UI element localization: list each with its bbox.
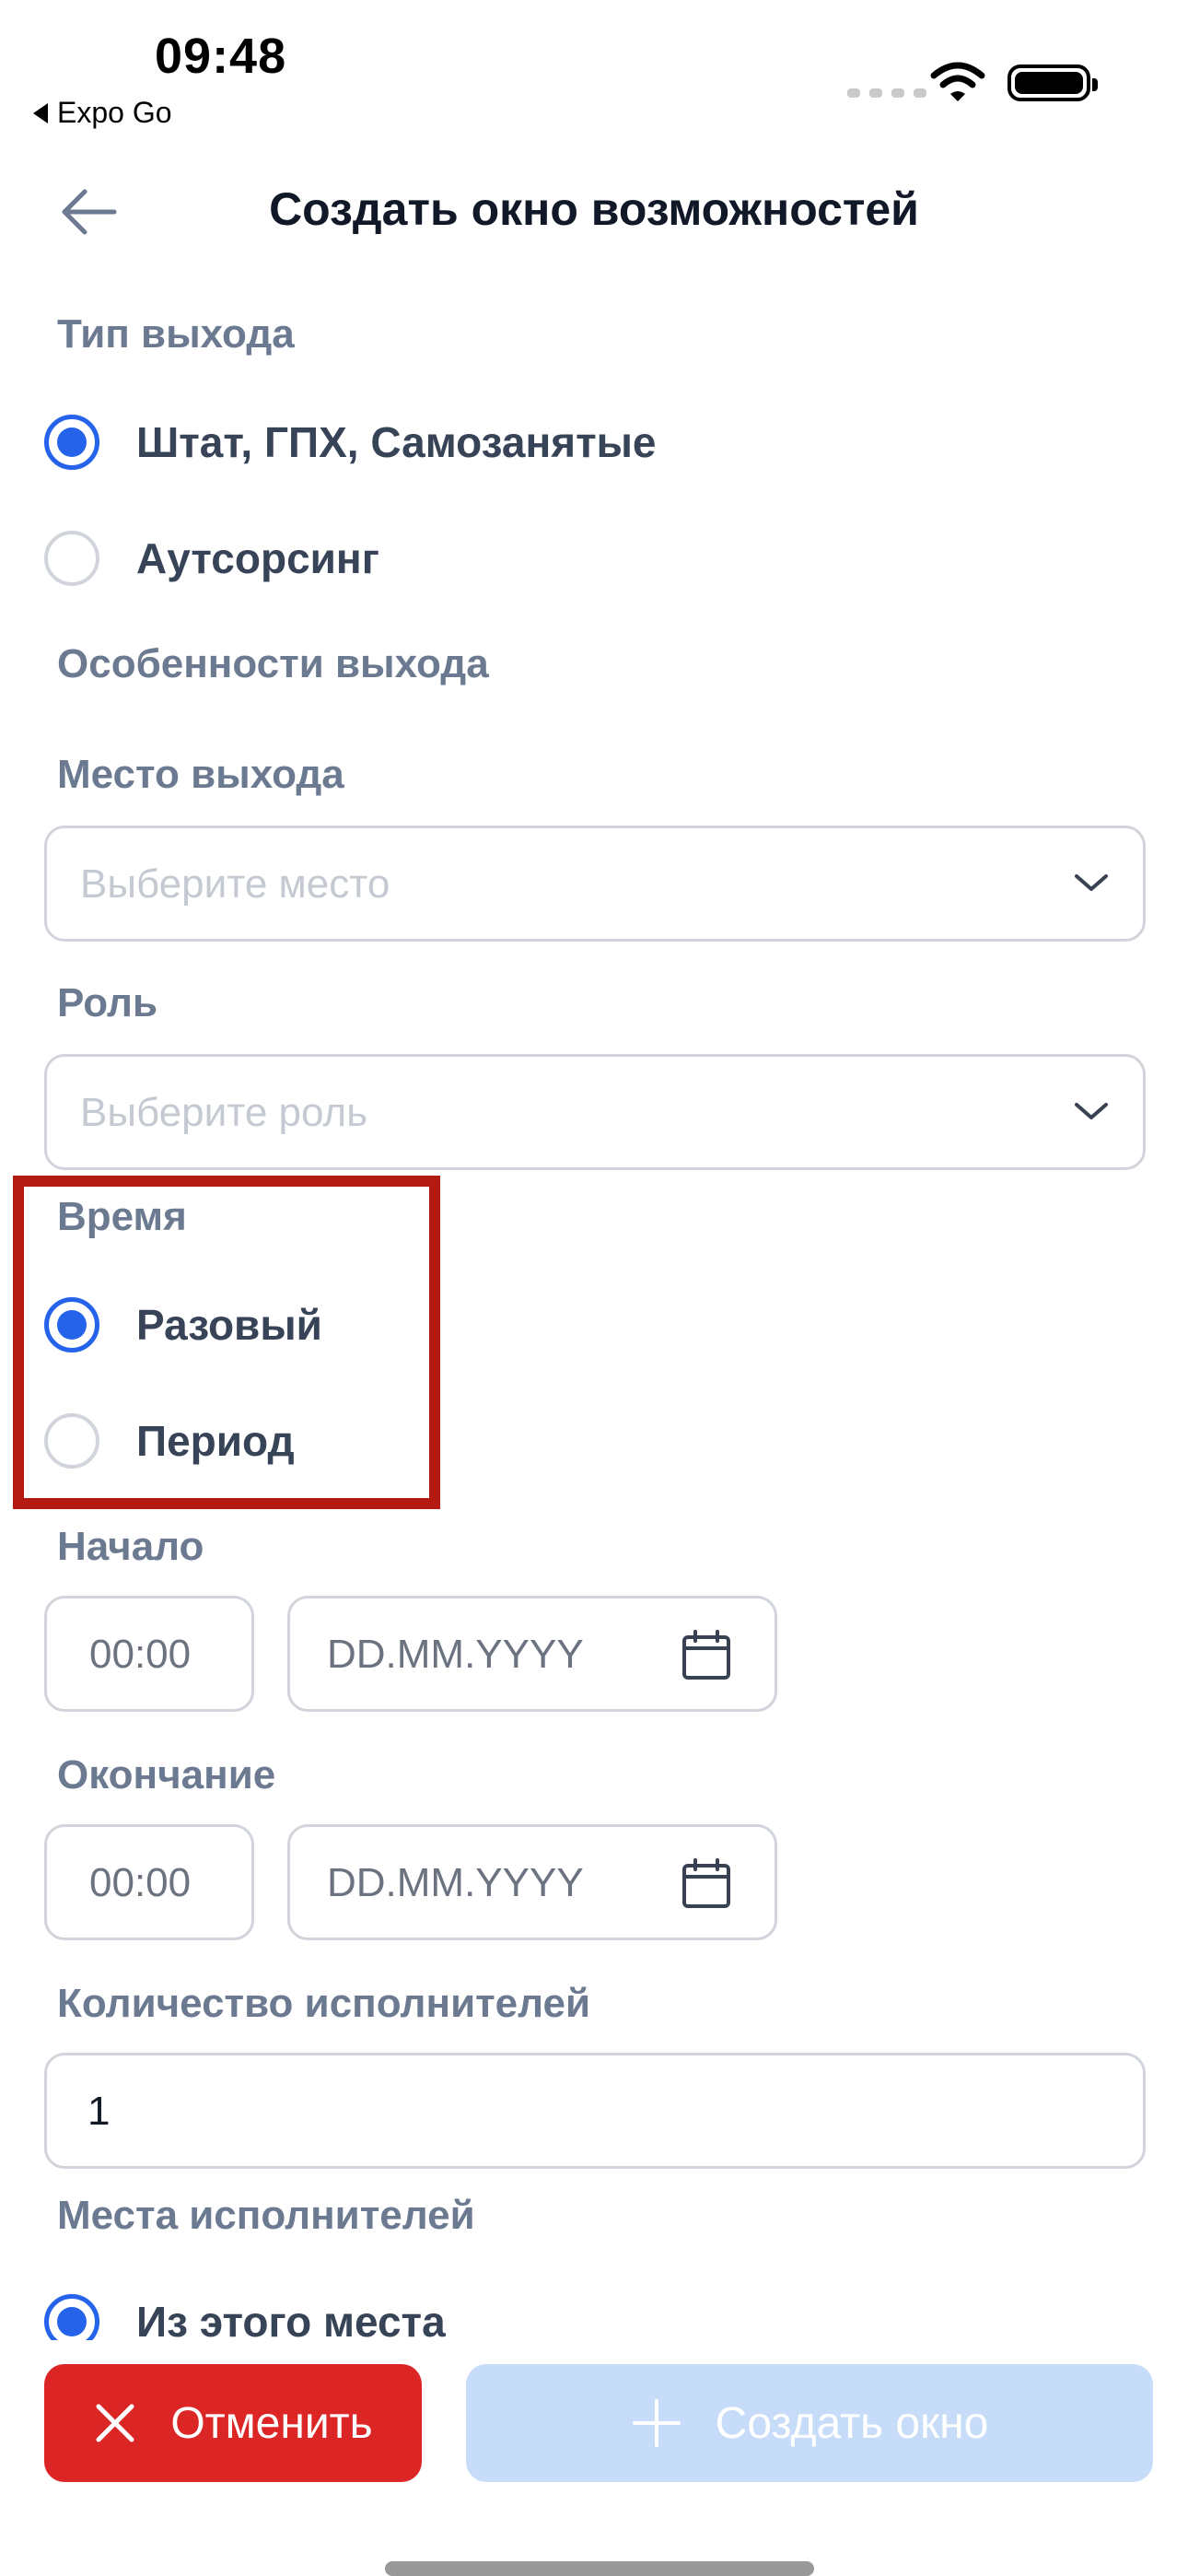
create-label: Создать окно	[715, 2398, 989, 2448]
performers-count-label: Количество исполнителей	[57, 1981, 591, 2026]
calendar-icon[interactable]	[681, 1858, 732, 1910]
chevron-down-icon	[1075, 1103, 1108, 1119]
cellular-signal-icon	[847, 88, 926, 98]
radio-checked-icon[interactable]	[44, 415, 99, 470]
performers-count-value: 1	[87, 2089, 111, 2134]
time-option-period[interactable]: Период	[44, 1413, 295, 1469]
create-window-button[interactable]: Создать окно	[466, 2364, 1153, 2482]
end-time-placeholder: 00:00	[89, 1860, 192, 1905]
start-date-input[interactable]: DD.MM.YYYY	[287, 1596, 777, 1712]
exit-type-option-outsourcing[interactable]: Аутсорсинг	[44, 531, 379, 586]
chevron-down-icon	[1075, 874, 1108, 891]
performer-places-label: Места исполнителей	[57, 2193, 475, 2238]
time-option-single[interactable]: Разовый	[44, 1297, 322, 1352]
status-time: 09:48	[155, 29, 287, 84]
plus-icon	[632, 2399, 681, 2447]
radio-unchecked-icon[interactable]	[44, 531, 99, 586]
cancel-label: Отменить	[170, 2398, 373, 2448]
back-to-app-link[interactable]: Expo Go	[33, 96, 172, 130]
place-placeholder: Выберите место	[80, 861, 390, 907]
start-date-placeholder: DD.MM.YYYY	[327, 1632, 584, 1677]
radio-checked-icon[interactable]	[44, 1297, 99, 1352]
exit-type-option-staff[interactable]: Штат, ГПХ, Самозанятые	[44, 415, 657, 470]
role-placeholder: Выберите роль	[80, 1090, 368, 1135]
calendar-icon[interactable]	[681, 1630, 732, 1681]
exit-type-label: Тип выхода	[57, 311, 295, 357]
option-label: Период	[136, 1417, 295, 1465]
wifi-icon	[930, 62, 985, 101]
home-indicator	[385, 2561, 814, 2576]
battery-icon	[1007, 64, 1098, 101]
back-triangle-icon	[33, 102, 48, 123]
option-label: Из этого места	[136, 2298, 446, 2346]
start-time-placeholder: 00:00	[89, 1632, 192, 1677]
role-select[interactable]: Выберите роль	[44, 1054, 1146, 1170]
time-label: Время	[57, 1194, 187, 1239]
end-date-input[interactable]: DD.MM.YYYY	[287, 1824, 777, 1940]
page-title: Создать окно возможностей	[269, 183, 919, 235]
start-time-input[interactable]: 00:00	[44, 1596, 254, 1712]
place-label: Место выхода	[57, 752, 344, 797]
option-label: Штат, ГПХ, Самозанятые	[136, 418, 657, 466]
features-label: Особенности выхода	[57, 641, 489, 686]
end-time-input[interactable]: 00:00	[44, 1824, 254, 1940]
back-app-label: Expo Go	[57, 96, 172, 129]
end-date-placeholder: DD.MM.YYYY	[327, 1860, 584, 1905]
cancel-button[interactable]: Отменить	[44, 2364, 422, 2482]
option-label: Аутсорсинг	[136, 534, 379, 582]
performers-count-input[interactable]: 1	[44, 2053, 1146, 2169]
close-icon	[96, 2404, 134, 2442]
radio-unchecked-icon[interactable]	[44, 1413, 99, 1469]
start-label: Начало	[57, 1524, 204, 1569]
place-select[interactable]: Выберите место	[44, 825, 1146, 942]
end-label: Окончание	[57, 1752, 276, 1797]
option-label: Разовый	[136, 1301, 322, 1349]
role-label: Роль	[57, 980, 158, 1025]
